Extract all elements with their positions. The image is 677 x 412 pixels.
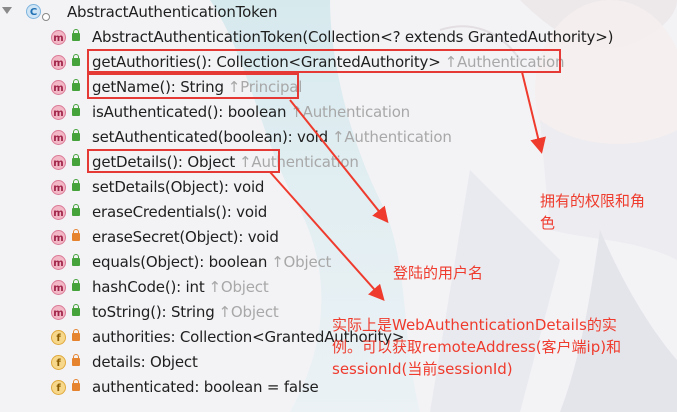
tree-member-row[interactable]: m hashCode(): int ↑Object (0, 275, 677, 300)
private-lock-icon (72, 354, 80, 366)
field-icon: f (51, 380, 66, 395)
method-icon: m (51, 155, 66, 170)
member-signature: getDetails(): Object (92, 153, 236, 171)
inherited-from: ↑Authentication (444, 53, 565, 71)
tree-member-row[interactable]: m isAuthenticated(): boolean ↑Authenticat… (0, 100, 677, 125)
public-lock-icon (72, 104, 80, 116)
public-lock-icon (72, 279, 80, 291)
method-icon: m (51, 255, 66, 270)
member-signature: setAuthenticated(boolean): void (92, 128, 328, 146)
member-signature: AbstractAuthenticationToken(Collection<?… (92, 28, 614, 46)
member-signature: eraseCredentials(): void (92, 203, 268, 221)
public-lock-icon (72, 129, 80, 141)
tree-member-row[interactable]: m AbstractAuthenticationToken(Collection… (0, 25, 677, 50)
method-icon: m (51, 305, 66, 320)
tree-member-row[interactable]: m getDetails(): Object ↑Authentication (0, 150, 677, 175)
member-signature: toString(): String (92, 303, 215, 321)
public-lock-icon (72, 179, 80, 191)
class-name: AbstractAuthenticationToken (67, 3, 278, 21)
method-icon: m (51, 180, 66, 195)
annotation-authorities: 拥有的权限和角 色 (540, 192, 646, 232)
tree-member-row[interactable]: m getAuthorities(): Collection<GrantedAu… (0, 50, 677, 75)
public-lock-icon (72, 204, 80, 216)
public-lock-icon (72, 29, 80, 41)
member-signature: getAuthorities(): Collection<GrantedAuth… (92, 53, 441, 71)
member-signature: details: Object (92, 353, 198, 371)
private-lock-icon (72, 229, 80, 241)
public-lock-icon (72, 304, 80, 316)
chevron-down-icon[interactable] (2, 7, 12, 14)
annotation-name: 登陆的用户名 (393, 264, 484, 282)
member-signature: equals(Object): boolean (92, 253, 268, 271)
public-lock-icon (72, 79, 80, 91)
method-icon: m (51, 280, 66, 295)
method-icon: m (51, 30, 66, 45)
public-lock-icon (72, 254, 80, 266)
member-signature: setDetails(Object): void (92, 178, 265, 196)
inherited-from: ↑Authentication (290, 103, 410, 121)
class-icon: C (26, 4, 41, 19)
inherited-from: ↑Principal (227, 78, 303, 96)
field-icon: f (51, 330, 66, 345)
tree-member-row[interactable]: m setAuthenticated(boolean): void ↑Authen… (0, 125, 677, 150)
member-signature: isAuthenticated(): boolean (92, 103, 287, 121)
private-lock-icon (72, 329, 80, 341)
public-lock-icon (72, 54, 80, 66)
method-icon: m (51, 80, 66, 95)
method-icon: m (51, 105, 66, 120)
inherited-from: ↑Object (208, 278, 269, 296)
inherited-from: ↑Authentication (331, 128, 452, 146)
field-icon: f (51, 355, 66, 370)
inherited-from: ↑Authentication (239, 153, 359, 171)
abstract-marker-icon (42, 13, 50, 21)
private-lock-icon (72, 379, 80, 391)
inherited-from: ↑Object (218, 303, 279, 321)
method-icon: m (51, 230, 66, 245)
inherited-from: ↑Object (271, 253, 332, 271)
tree-root-row[interactable]: C AbstractAuthenticationToken (0, 0, 677, 25)
method-icon: m (51, 130, 66, 145)
annotation-details: 实际上是WebAuthenticationDetails的实 例。可以获取rem… (332, 316, 622, 378)
public-lock-icon (72, 154, 80, 166)
method-icon: m (51, 205, 66, 220)
member-signature: hashCode(): int (92, 278, 205, 296)
tree-member-row[interactable]: m equals(Object): boolean ↑Object (0, 250, 677, 275)
member-signature: eraseSecret(Object): void (92, 228, 279, 246)
member-signature: getName(): String (92, 78, 224, 96)
member-signature: authenticated: boolean = false (92, 378, 319, 396)
tree-member-row[interactable]: m getName(): String ↑Principal (0, 75, 677, 100)
method-icon: m (51, 55, 66, 70)
